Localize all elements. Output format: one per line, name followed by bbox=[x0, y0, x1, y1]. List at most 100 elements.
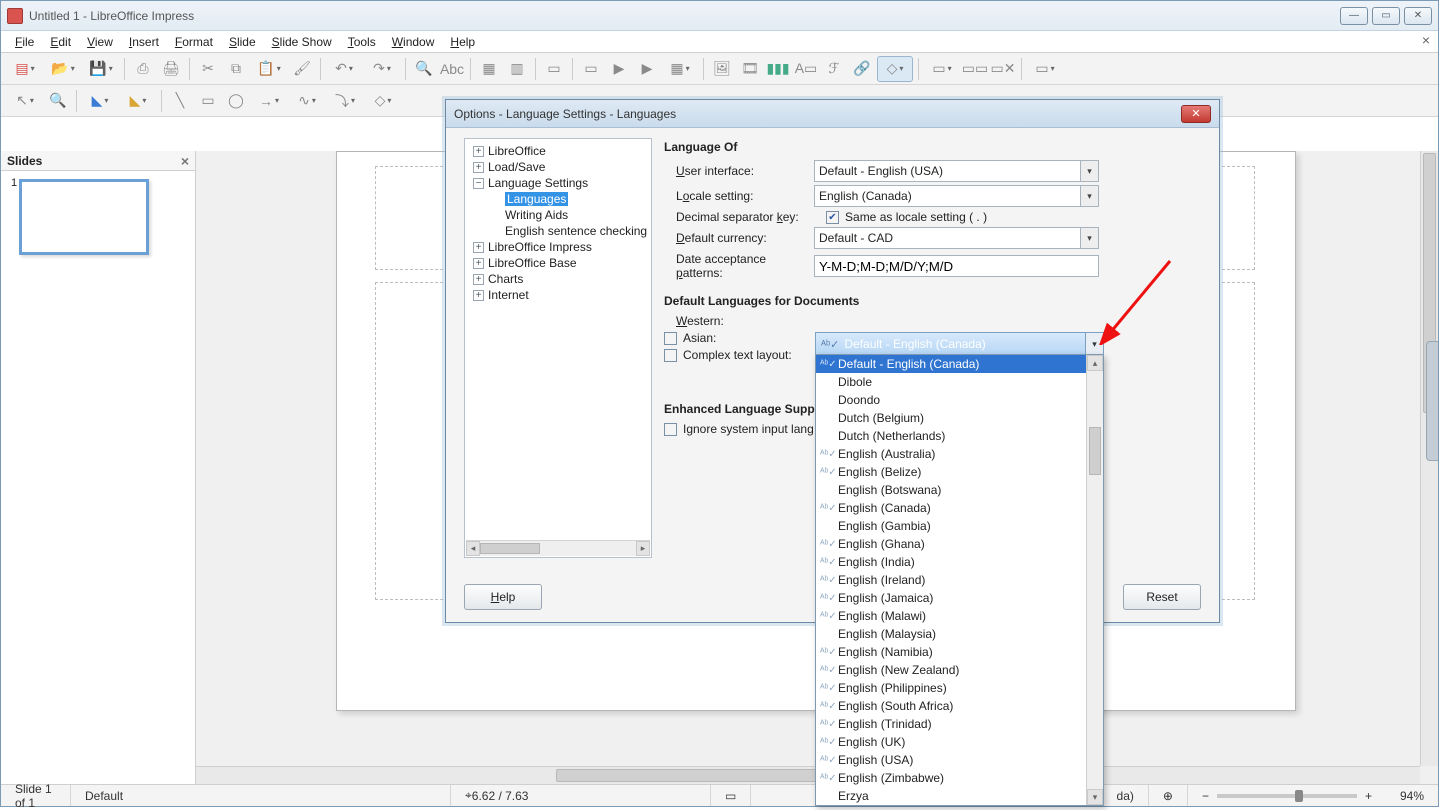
dropdown-option[interactable]: ᴬᵇ✓Dutch (Belgium) bbox=[816, 409, 1103, 427]
curve-tool[interactable]: ∿▾ bbox=[289, 88, 325, 114]
zoom-value[interactable]: 94% bbox=[1386, 785, 1438, 806]
show-draw-functions-button[interactable]: ◇▾ bbox=[877, 56, 913, 82]
menu-file[interactable]: File bbox=[7, 33, 42, 51]
dropdown-option[interactable]: ᴬᵇ✓English (Philippines) bbox=[816, 679, 1103, 697]
tree-expand-icon[interactable]: + bbox=[473, 274, 484, 285]
new-button[interactable]: ▤▾ bbox=[7, 56, 43, 82]
snap-button[interactable]: ▥ bbox=[504, 56, 530, 82]
dropdown-option[interactable]: ᴬᵇ✓English (Jamaica) bbox=[816, 589, 1103, 607]
tree-hscrollbar[interactable]: ◂▸ bbox=[466, 540, 650, 556]
dropdown-option[interactable]: ᴬᵇ✓English (New Zealand) bbox=[816, 661, 1103, 679]
dropdown-option[interactable]: ᴬᵇ✓Dibole bbox=[816, 373, 1103, 391]
locale-combo[interactable]: English (Canada)▾ bbox=[814, 185, 1099, 207]
ui-combo[interactable]: Default - English (USA)▾ bbox=[814, 160, 1099, 182]
ctl-checkbox[interactable] bbox=[664, 349, 677, 362]
tree-item[interactable]: English sentence checking bbox=[465, 223, 651, 239]
tree-expand-icon[interactable]: + bbox=[473, 290, 484, 301]
menu-slideshow[interactable]: Slide Show bbox=[264, 33, 340, 51]
chart-button[interactable]: ▮▮▮ bbox=[765, 56, 791, 82]
dropdown-option[interactable]: ᴬᵇ✓English (UK) bbox=[816, 733, 1103, 751]
tree-item[interactable]: +LibreOffice bbox=[465, 143, 651, 159]
dropdown-option[interactable]: ᴬᵇ✓English (Ghana) bbox=[816, 535, 1103, 553]
tree-expand-icon[interactable]: + bbox=[473, 146, 484, 157]
slide-layout-button[interactable]: ▭▾ bbox=[924, 56, 960, 82]
fill-color-tool[interactable]: ◣▾ bbox=[82, 88, 118, 114]
tree-expand-icon[interactable]: + bbox=[473, 258, 484, 269]
zoom-tool[interactable]: 🔍 bbox=[45, 88, 71, 114]
tree-expand-icon[interactable]: + bbox=[473, 242, 484, 253]
dropdown-option[interactable]: ᴬᵇ✓English (Ireland) bbox=[816, 571, 1103, 589]
duplicate-slide-button[interactable]: ▭▭ bbox=[962, 56, 988, 82]
dropdown-option[interactable]: ᴬᵇ✓Dutch (Netherlands) bbox=[816, 427, 1103, 445]
dropdown-option[interactable]: ᴬᵇ✓English (Malawi) bbox=[816, 607, 1103, 625]
dropdown-option[interactable]: ᴬᵇ✓Default - English (Canada) bbox=[816, 355, 1103, 373]
dropdown-option[interactable]: ᴬᵇ✓English (Belize) bbox=[816, 463, 1103, 481]
cut-button[interactable]: ✂ bbox=[195, 56, 221, 82]
tree-item[interactable]: −Language Settings bbox=[465, 175, 651, 191]
arrow-tool[interactable]: →▾ bbox=[251, 88, 287, 114]
menu-view[interactable]: View bbox=[79, 33, 121, 51]
export-pdf-button[interactable]: ⎙ bbox=[130, 56, 156, 82]
options-tree[interactable]: +LibreOffice+Load/Save−Language Settings… bbox=[464, 138, 652, 558]
asian-checkbox[interactable] bbox=[664, 332, 677, 345]
image-button[interactable]: 🖼 bbox=[709, 56, 735, 82]
status-fit[interactable]: ⊕ bbox=[1149, 785, 1188, 806]
start-first-button[interactable]: ▶ bbox=[606, 56, 632, 82]
menu-slide[interactable]: Slide bbox=[221, 33, 264, 51]
document-close-icon[interactable]: × bbox=[1422, 32, 1430, 48]
dropdown-option[interactable]: ᴬᵇ✓English (South Africa) bbox=[816, 697, 1103, 715]
sidebar-expand-handle[interactable] bbox=[1426, 341, 1438, 461]
dropdown-option[interactable]: ᴬᵇ✓Doondo bbox=[816, 391, 1103, 409]
western-combo-open[interactable]: ᴬᵇ✓ Default - English (Canada) ▾ bbox=[815, 332, 1104, 356]
menu-format[interactable]: Format bbox=[167, 33, 221, 51]
line-color-tool[interactable]: ◣▾ bbox=[120, 88, 156, 114]
dropdown-option[interactable]: ᴬᵇ✓English (Namibia) bbox=[816, 643, 1103, 661]
dropdown-option[interactable]: ᴬᵇ✓Erzya bbox=[816, 787, 1103, 805]
menu-help[interactable]: Help bbox=[442, 33, 483, 51]
delete-slide-button[interactable]: ▭✕ bbox=[990, 56, 1016, 82]
rect-tool[interactable]: ▭ bbox=[195, 88, 221, 114]
open-button[interactable]: 📂▾ bbox=[45, 56, 81, 82]
tree-item[interactable]: +LibreOffice Impress bbox=[465, 239, 651, 255]
slides-panel-close-icon[interactable]: × bbox=[181, 151, 189, 171]
slide-thumb[interactable] bbox=[19, 179, 149, 255]
ellipse-tool[interactable]: ◯ bbox=[223, 88, 249, 114]
dropdown-option[interactable]: ᴬᵇ✓English (Zimbabwe) bbox=[816, 769, 1103, 787]
tree-expand-icon[interactable]: + bbox=[473, 162, 484, 173]
master-slide-button[interactable]: ▭ bbox=[578, 56, 604, 82]
dropdown-option[interactable]: ᴬᵇ✓English (USA) bbox=[816, 751, 1103, 769]
tree-item[interactable]: +Internet bbox=[465, 287, 651, 303]
currency-combo[interactable]: Default - CAD▾ bbox=[814, 227, 1099, 249]
media-button[interactable]: 🎞 bbox=[737, 56, 763, 82]
menu-edit[interactable]: Edit bbox=[42, 33, 79, 51]
reset-button[interactable]: Reset bbox=[1123, 584, 1201, 610]
display-views-button[interactable]: ▭ bbox=[541, 56, 567, 82]
interaction-button[interactable]: ▭▾ bbox=[1027, 56, 1063, 82]
canvas-hscrollbar[interactable] bbox=[196, 766, 1420, 784]
tree-expand-icon[interactable]: − bbox=[473, 178, 484, 189]
save-button[interactable]: 💾▾ bbox=[83, 56, 119, 82]
clone-format-button[interactable]: 🖌 bbox=[289, 56, 315, 82]
undo-button[interactable]: ↶▾ bbox=[326, 56, 362, 82]
paste-button[interactable]: 📋▾ bbox=[251, 56, 287, 82]
dropdown-option[interactable]: ᴬᵇ✓English (Gambia) bbox=[816, 517, 1103, 535]
dropdown-option[interactable]: ᴬᵇ✓English (Trinidad) bbox=[816, 715, 1103, 733]
spellcheck-button[interactable]: Abc bbox=[439, 56, 465, 82]
dropdown-option[interactable]: ᴬᵇ✓English (India) bbox=[816, 553, 1103, 571]
dropdown-option[interactable]: ᴬᵇ✓English (Australia) bbox=[816, 445, 1103, 463]
tree-item[interactable]: Languages bbox=[465, 191, 651, 207]
textbox-button[interactable]: A▭ bbox=[793, 56, 819, 82]
dialog-close-button[interactable]: ✕ bbox=[1181, 105, 1211, 123]
maximize-button[interactable]: ▭ bbox=[1372, 7, 1400, 25]
menu-window[interactable]: Window bbox=[384, 33, 443, 51]
table-button[interactable]: ▦▾ bbox=[662, 56, 698, 82]
close-button[interactable]: ✕ bbox=[1404, 7, 1432, 25]
fontwork-button[interactable]: ℱ bbox=[821, 56, 847, 82]
zoom-slider[interactable]: − + bbox=[1188, 785, 1386, 806]
dropdown-vscrollbar[interactable]: ▴ ▾ bbox=[1086, 355, 1103, 805]
help-button[interactable]: Help bbox=[464, 584, 542, 610]
dropdown-option[interactable]: ᴬᵇ✓English (Malaysia) bbox=[816, 625, 1103, 643]
dropdown-option[interactable]: ᴬᵇ✓English (Canada) bbox=[816, 499, 1103, 517]
print-button[interactable]: 🖨 bbox=[158, 56, 184, 82]
connector-tool[interactable]: ⤵▾ bbox=[327, 88, 363, 114]
